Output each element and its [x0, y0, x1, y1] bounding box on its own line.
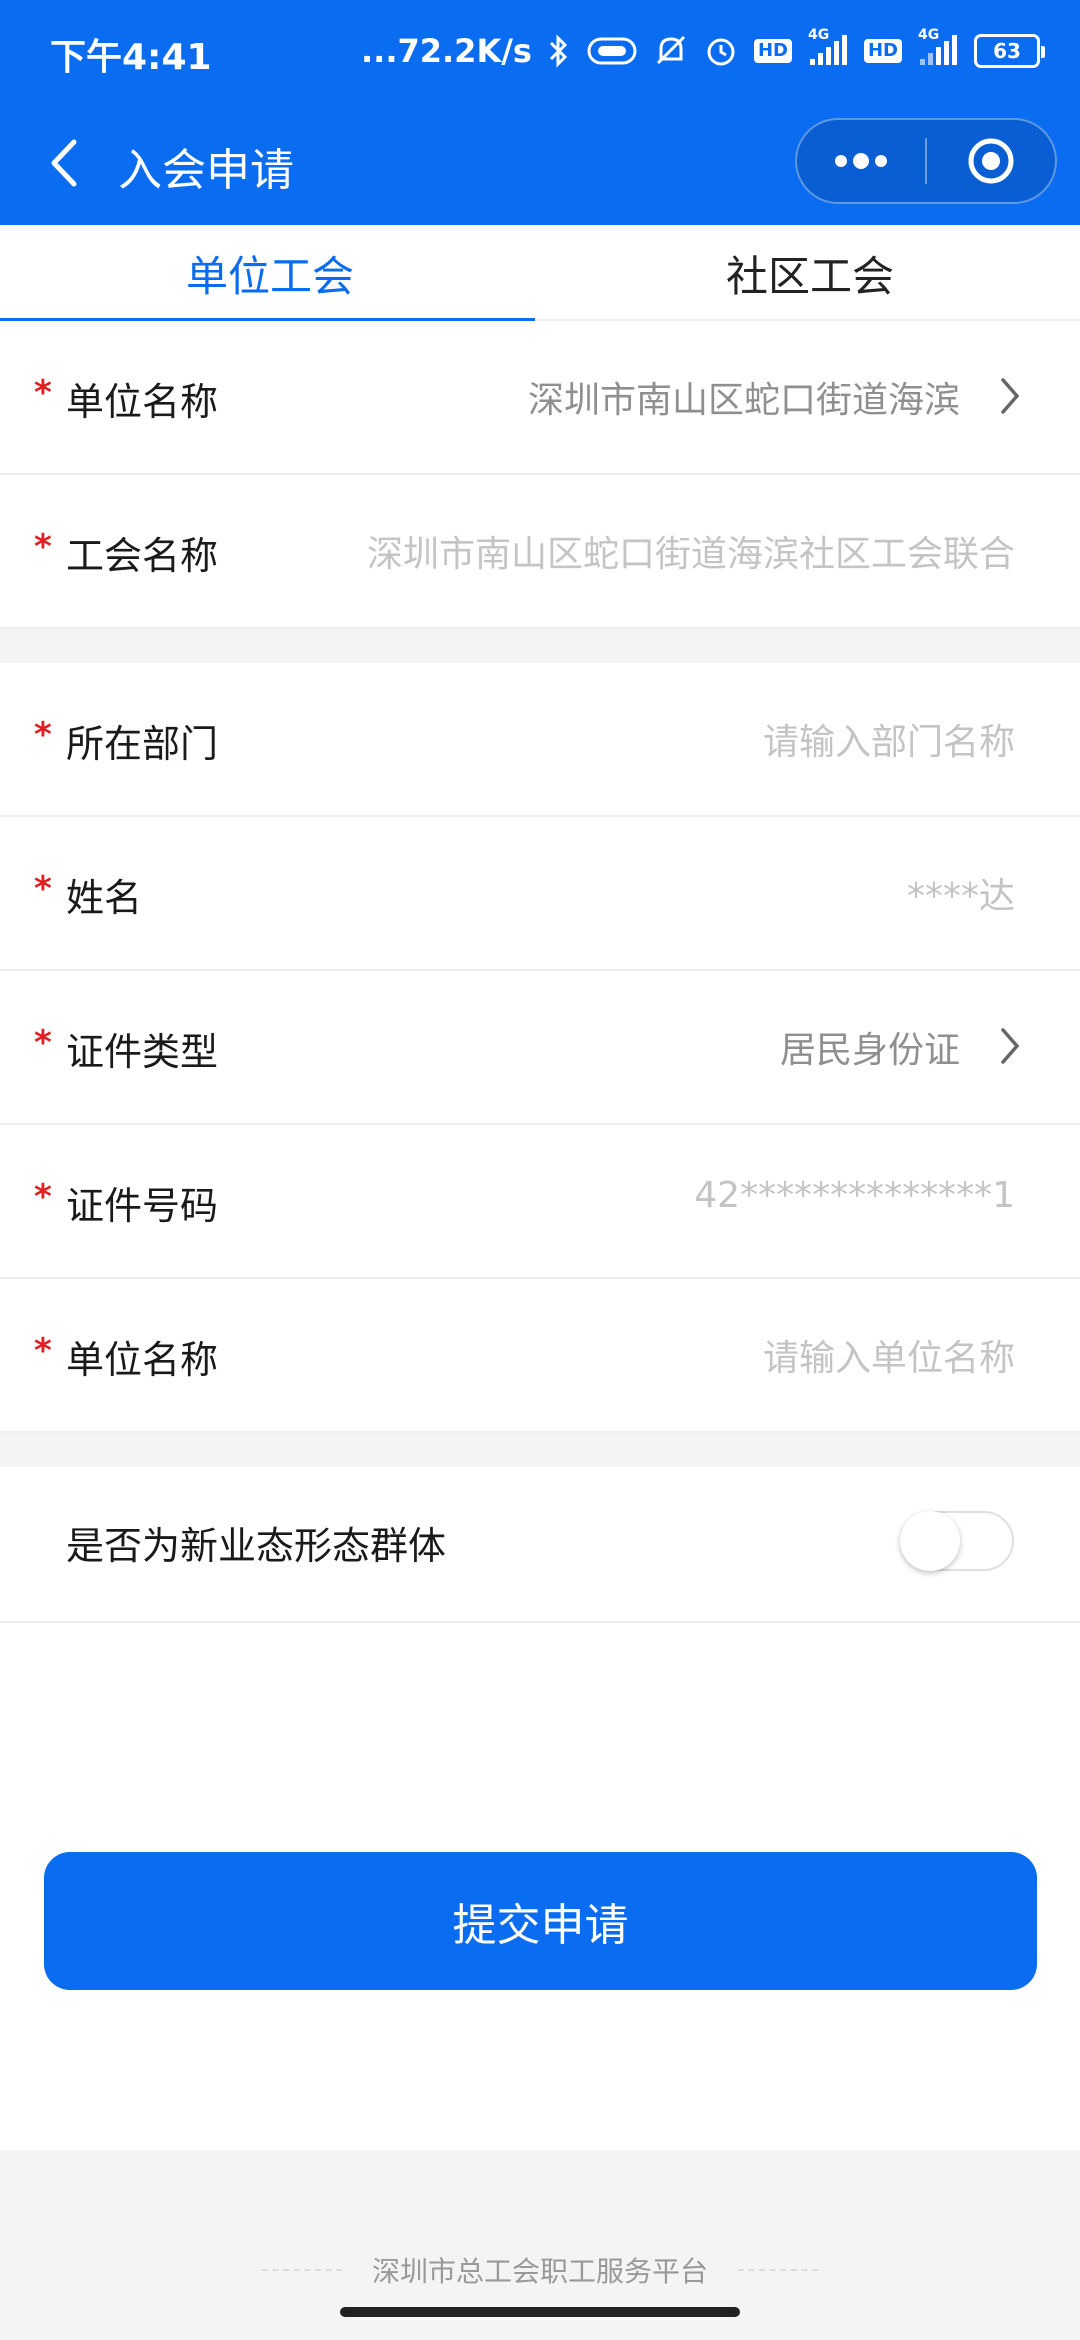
required-mark: * — [34, 1177, 52, 1217]
org-name-2-input[interactable]: 请输入单位名称 — [763, 1329, 1015, 1381]
org-name-value: 深圳市南山区蛇口街道海滨 — [527, 380, 960, 421]
tab-community-union[interactable]: 社区工会 — [540, 225, 1080, 321]
battery-level: 63 — [993, 39, 1021, 63]
network-type-label-2: 4G — [918, 27, 940, 43]
name-label: 姓名 — [66, 876, 143, 920]
org-name-row[interactable]: * 单位名称 深圳市南山区蛇口街道海滨 — [0, 321, 1080, 475]
new-business-row: 是否为新业态形态群体 — [0, 1467, 1080, 1623]
org-name-2-label: 单位名称 — [66, 1338, 219, 1382]
toggle-knob — [900, 1511, 960, 1571]
name-input[interactable]: ****达 — [907, 867, 1015, 919]
footer-divider-left — [261, 2269, 342, 2271]
vibrate-icon — [586, 35, 638, 67]
top-bar: 下午4:41 ...72.2K/s HD 4G HD 4G 63 入会申请 — [0, 0, 1080, 225]
target-close-icon — [968, 138, 1014, 184]
status-time: 下午4:41 — [50, 37, 212, 78]
name-row[interactable]: * 姓名 ****达 — [0, 817, 1080, 971]
org-name-2-row[interactable]: * 单位名称 请输入单位名称 — [0, 1279, 1080, 1433]
nav-bar: 入会申请 — [0, 110, 1080, 215]
signal-icon: 4G — [808, 27, 848, 67]
chevron-left-icon — [51, 139, 77, 187]
section-gap — [0, 629, 1080, 663]
tab-work-unit-union[interactable]: 单位工会 — [0, 225, 540, 323]
more-button[interactable] — [797, 119, 925, 203]
network-speed: ...72.2K/s — [361, 32, 532, 70]
footer-text-wrap: 深圳市总工会职工服务平台 — [0, 2250, 1080, 2290]
new-business-label: 是否为新业态形态群体 — [66, 1524, 447, 1568]
battery-icon: 63 — [974, 34, 1045, 68]
id-type-label: 证件类型 — [66, 1030, 219, 1074]
department-label: 所在部门 — [66, 722, 219, 766]
footer-text: 深圳市总工会职工服务平台 — [371, 2255, 708, 2288]
more-dots-icon — [835, 153, 887, 169]
required-mark: * — [34, 715, 52, 755]
required-mark: * — [34, 373, 52, 413]
union-name-value: 深圳市南山区蛇口街道海滨社区工会联合 — [366, 534, 1015, 575]
department-row[interactable]: * 所在部门 请输入部门名称 — [0, 663, 1080, 817]
home-indicator[interactable] — [340, 2307, 740, 2317]
submit-button[interactable]: 提交申请 — [44, 1852, 1037, 1990]
required-mark: * — [34, 527, 52, 567]
required-mark: * — [34, 1331, 52, 1371]
hd-badge-2: HD — [863, 39, 902, 63]
id-number-row[interactable]: * 证件号码 42**************1 — [0, 1125, 1080, 1279]
page-title: 入会申请 — [118, 145, 294, 196]
alarm-icon — [704, 33, 738, 69]
id-type-value: 居民身份证 — [779, 1030, 960, 1071]
chevron-right-icon — [990, 1023, 1030, 1069]
chevron-right-icon — [990, 373, 1030, 419]
id-number-input[interactable]: 42**************1 — [694, 1175, 1015, 1216]
hd-badge: HD — [753, 39, 792, 63]
status-bar: 下午4:41 ...72.2K/s HD 4G HD 4G 63 — [0, 0, 1080, 100]
required-mark: * — [34, 1023, 52, 1063]
network-type-label: 4G — [807, 27, 830, 43]
mute-bell-icon — [654, 33, 688, 69]
union-name-label: 工会名称 — [66, 534, 219, 578]
new-business-toggle[interactable] — [900, 1511, 1014, 1571]
union-name-row: * 工会名称 深圳市南山区蛇口街道海滨社区工会联合 — [0, 475, 1080, 629]
footer-divider-right — [738, 2269, 818, 2271]
status-icons: ...72.2K/s HD 4G HD 4G 63 — [361, 26, 1045, 76]
section-gap — [0, 1433, 1080, 1467]
id-type-row[interactable]: * 证件类型 居民身份证 — [0, 971, 1080, 1125]
bluetooth-icon — [548, 33, 570, 69]
union-type-tabs: 单位工会 社区工会 — [0, 225, 1080, 323]
required-mark: * — [34, 869, 52, 909]
id-number-label: 证件号码 — [66, 1184, 219, 1228]
org-name-label: 单位名称 — [66, 380, 219, 424]
close-button[interactable] — [927, 119, 1055, 203]
signal-icon-2: 4G — [918, 27, 958, 67]
back-button[interactable] — [30, 128, 100, 198]
mini-program-capsule — [795, 118, 1057, 204]
department-input[interactable]: 请输入部门名称 — [763, 713, 1015, 765]
